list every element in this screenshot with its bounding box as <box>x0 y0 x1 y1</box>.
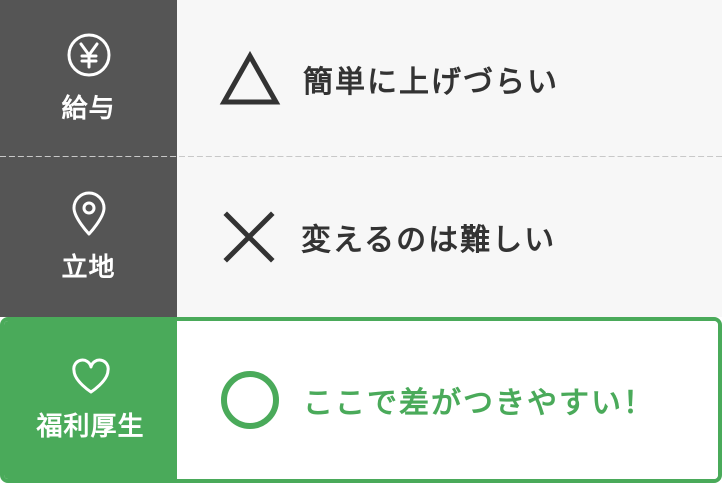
row-label: 立地 <box>61 252 116 283</box>
row-label: 福利厚生 <box>36 411 145 442</box>
highlight-box: 福利厚生 ここで差がつきやすい！ <box>0 317 722 483</box>
yen-circle-icon <box>67 33 110 77</box>
cross-icon <box>219 207 279 267</box>
row-label: 給与 <box>61 94 116 124</box>
row-label-cell: 福利厚生 <box>4 321 177 479</box>
triangle-icon <box>219 50 281 107</box>
location-pin-icon <box>72 191 105 235</box>
row-value-cell: 変えるのは難しい <box>177 157 722 317</box>
row-value-cell: ここで差がつきやすい！ <box>177 321 718 479</box>
circle-icon <box>219 369 281 431</box>
row-value: 変えるのは難しい <box>301 223 557 258</box>
row-value: ここで差がつきやすい！ <box>303 386 655 421</box>
comparison-row-benefits: 福利厚生 ここで差がつきやすい！ <box>0 317 722 483</box>
heart-icon <box>71 358 110 393</box>
row-label-cell: 立地 <box>0 157 177 317</box>
row-label-cell: 給与 <box>0 0 177 157</box>
row-value: 簡単に上げづらい <box>303 64 559 100</box>
row-value-cell: 簡単に上げづらい <box>177 0 722 157</box>
comparison-row-salary: 給与 簡単に上げづらい <box>0 0 722 157</box>
comparison-row-location: 立地 変えるのは難しい <box>0 157 722 317</box>
